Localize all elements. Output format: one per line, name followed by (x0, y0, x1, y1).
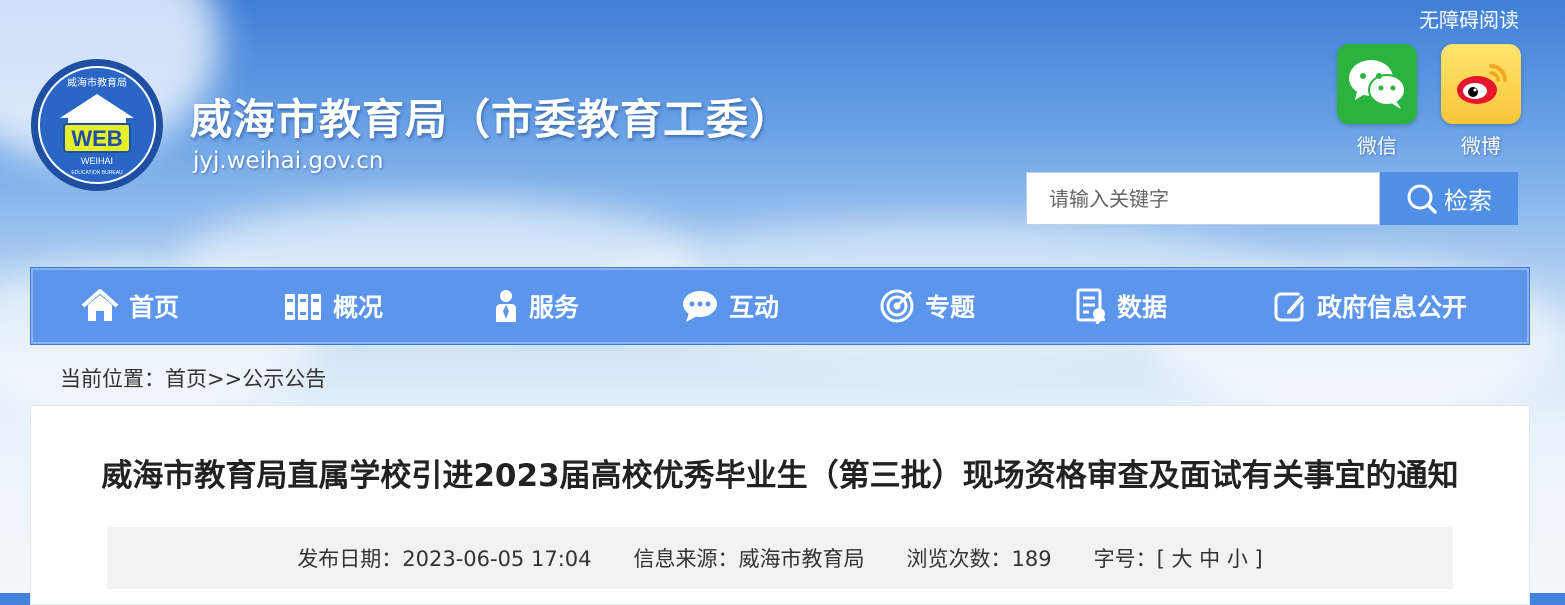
weibo-icon (1441, 44, 1521, 124)
nav-item-gov-info[interactable]: 政府信息公开 (1273, 268, 1467, 344)
logo-sub1: WEIHAI (81, 156, 113, 166)
article-panel: 威海市教育局直属学校引进2023届高校优秀毕业生（第三批）现场资格审查及面试有关… (30, 405, 1530, 605)
chat-icon (683, 291, 717, 322)
nav-item-home[interactable]: 首页 (81, 268, 179, 344)
search-button-label: 检索 (1444, 187, 1492, 215)
logo-emblem: WEB WEIHAI EDUCATION BUREAU 威海市教育局 (31, 59, 163, 191)
main-nav: 首页 概况 服务 互动 专题 数据 政府信息公开 (30, 267, 1530, 345)
search-button[interactable]: 检索 (1380, 172, 1518, 225)
nav-label: 专题 (925, 293, 976, 322)
report-icon (1076, 288, 1106, 324)
font-size-medium[interactable]: 中 (1199, 547, 1220, 571)
breadcrumb: 当前位置：首页>>公示公告 (60, 367, 327, 391)
nav-item-interaction[interactable]: 互动 (681, 268, 779, 344)
wechat-label: 微信 (1357, 134, 1397, 158)
person-icon (496, 290, 516, 322)
font-size-label: 字号：[ (1093, 547, 1165, 571)
nav-label: 首页 (129, 293, 180, 322)
nav-label: 概况 (333, 293, 384, 322)
font-size-small[interactable]: 小 (1227, 547, 1248, 571)
article-title: 威海市教育局直属学校引进2023届高校优秀毕业生（第三批）现场资格审查及面试有关… (101, 458, 1459, 494)
publish-date: 发布日期：2023-06-05 17:04 (297, 547, 592, 571)
article-meta: 发布日期：2023-06-05 17:04 信息来源：威海市教育局 浏览次数：1… (107, 527, 1453, 589)
weibo-link[interactable]: 微博 (1441, 44, 1521, 159)
search-field[interactable] (1026, 172, 1380, 225)
weibo-label: 微博 (1461, 134, 1501, 158)
nav-item-data[interactable]: 数据 (1075, 268, 1167, 344)
font-size-large[interactable]: 大 (1171, 547, 1192, 571)
view-count: 浏览次数：189 (906, 547, 1052, 571)
search-icon (1407, 184, 1437, 214)
logo-sub2: EDUCATION BUREAU (71, 170, 123, 176)
search-input[interactable] (1027, 173, 1379, 224)
nav-label: 政府信息公开 (1317, 293, 1468, 322)
nav-item-services[interactable]: 服务 (493, 268, 579, 344)
logo-badge: WEB (71, 126, 122, 151)
font-size-control: 字号：[ 大 中 小 ] (1094, 543, 1263, 573)
wechat-link[interactable]: 微信 (1337, 44, 1417, 159)
site-title: 威海市教育局（市委教育工委） (190, 95, 793, 144)
nav-label: 服务 (529, 293, 580, 322)
wechat-icon (1337, 44, 1417, 124)
nav-item-overview[interactable]: 概况 (283, 268, 383, 344)
font-size-close: ] (1254, 547, 1263, 571)
site-domain: jyj.weihai.gov.cn (193, 148, 384, 174)
info-source: 信息来源：威海市教育局 (633, 547, 865, 571)
nav-label: 数据 (1117, 293, 1168, 322)
accessibility-link[interactable]: 无障碍阅读 (1419, 4, 1519, 33)
nav-item-topics[interactable]: 专题 (879, 268, 975, 344)
home-icon (81, 289, 119, 321)
site-logo[interactable]: WEB WEIHAI EDUCATION BUREAU 威海市教育局 (30, 58, 165, 193)
edit-icon (1274, 292, 1307, 322)
books-icon (285, 294, 321, 320)
target-icon (880, 289, 914, 323)
nav-label: 互动 (729, 293, 780, 322)
logo-ring-text: 威海市教育局 (67, 76, 127, 89)
